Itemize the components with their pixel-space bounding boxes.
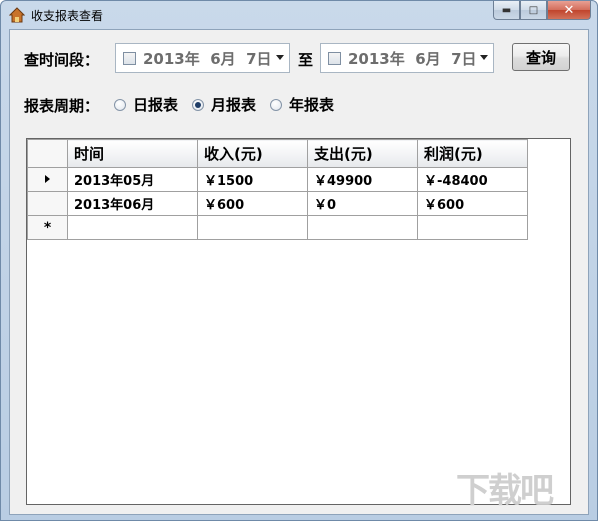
new-cell[interactable] <box>417 215 528 240</box>
table-row[interactable]: 2013年06月 ￥600 ￥0 ￥600 <box>27 191 528 216</box>
period-label: 查时间段： <box>24 51 100 69</box>
radio-circle-daily[interactable] <box>114 98 126 111</box>
end-date-checkbox[interactable] <box>328 51 341 65</box>
column-header-time[interactable]: 时间 <box>67 139 198 168</box>
new-cell[interactable] <box>307 215 418 240</box>
report-data-grid[interactable]: 时间 收入(元) 支出(元) 利润(元) 2013年05月 ￥1500 ￥499… <box>26 138 571 505</box>
row-header-new[interactable]: * <box>27 215 68 240</box>
start-date-checkbox[interactable] <box>123 51 136 65</box>
cycle-label: 报表周期： <box>24 97 100 115</box>
window-controls: ▬ □ ✕ <box>493 1 591 21</box>
title-bar[interactable]: 收支报表查看 ▬ □ ✕ <box>1 1 597 29</box>
client-area: 查时间段： 2013年 6月 7日 至 2013年 6月 7日 查询 报表周期：… <box>9 29 589 515</box>
row-header-corner[interactable] <box>27 139 68 168</box>
new-row-icon: * <box>43 219 52 236</box>
table-header-row: 时间 收入(元) 支出(元) 利润(元) <box>27 139 528 168</box>
column-header-expense[interactable]: 支出(元) <box>307 139 418 168</box>
new-row[interactable]: * <box>27 215 528 240</box>
radio-yearly-report[interactable]: 年报表 <box>270 94 334 115</box>
column-header-income[interactable]: 收入(元) <box>197 139 308 168</box>
watermark-logo: 下载吧 <box>456 471 554 511</box>
chevron-down-icon[interactable] <box>276 55 284 60</box>
column-header-profit[interactable]: 利润(元) <box>417 139 528 168</box>
current-row-arrow-icon <box>45 175 50 183</box>
cell-time[interactable]: 2013年06月 <box>67 191 198 216</box>
radio-label-yearly: 年报表 <box>289 96 335 114</box>
start-date-picker[interactable]: 2013年 6月 7日 <box>115 43 290 73</box>
table-row[interactable]: 2013年05月 ￥1500 ￥49900 ￥-48400 <box>27 167 528 192</box>
cell-time[interactable]: 2013年05月 <box>67 167 198 192</box>
radio-label-monthly: 月报表 <box>211 96 257 114</box>
report-table: 时间 收入(元) 支出(元) 利润(元) 2013年05月 ￥1500 ￥499… <box>27 139 528 240</box>
end-date-picker[interactable]: 2013年 6月 7日 <box>320 43 494 73</box>
maximize-button[interactable]: □ <box>520 1 547 20</box>
radio-label-daily: 日报表 <box>133 96 179 114</box>
radio-monthly-report[interactable]: 月报表 <box>192 94 256 115</box>
window-title: 收支报表查看 <box>31 9 104 23</box>
cell-income[interactable]: ￥1500 <box>197 167 308 192</box>
cell-profit[interactable]: ￥600 <box>417 191 528 216</box>
cell-expense[interactable]: ￥49900 <box>307 167 418 192</box>
new-cell[interactable] <box>197 215 308 240</box>
minimize-button[interactable]: ▬ <box>493 1 520 20</box>
cell-expense[interactable]: ￥0 <box>307 191 418 216</box>
start-date-value: 2013年 6月 7日 <box>143 49 272 68</box>
new-cell[interactable] <box>67 215 198 240</box>
app-house-icon <box>9 7 25 23</box>
row-header-current[interactable] <box>27 167 68 192</box>
row-header[interactable] <box>27 191 68 216</box>
report-cycle-radio-group: 日报表 月报表 年报表 <box>114 94 348 115</box>
radio-circle-yearly[interactable] <box>270 98 283 111</box>
query-button[interactable]: 查询 <box>512 43 570 71</box>
radio-circle-monthly[interactable] <box>192 98 205 111</box>
cell-income[interactable]: ￥600 <box>197 191 308 216</box>
chevron-down-icon[interactable] <box>480 55 488 60</box>
radio-daily-report[interactable]: 日报表 <box>114 94 178 115</box>
close-button[interactable]: ✕ <box>547 1 591 20</box>
to-label: 至 <box>298 51 314 69</box>
end-date-value: 2013年 6月 7日 <box>348 49 477 68</box>
app-window: 收支报表查看 ▬ □ ✕ 查时间段： 2013年 6月 7日 至 2013年 6… <box>0 0 598 521</box>
cell-profit[interactable]: ￥-48400 <box>417 167 528 192</box>
